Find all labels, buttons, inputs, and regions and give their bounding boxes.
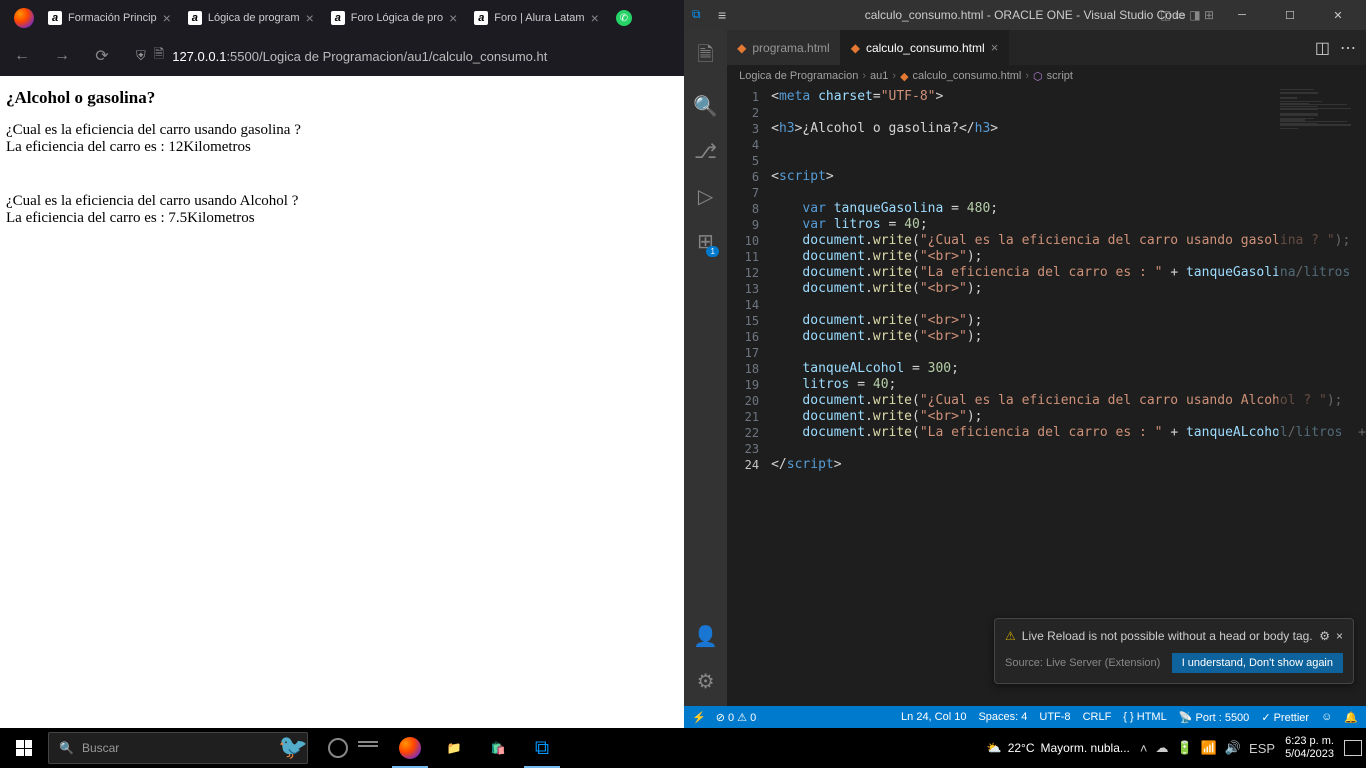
notification-action-button[interactable]: I understand, Don't show again bbox=[1172, 653, 1343, 673]
account-icon[interactable]: 👤 bbox=[693, 624, 718, 649]
symbol-icon: ⬡ bbox=[1033, 70, 1043, 83]
windows-taskbar: 🔍Buscar 📁 🛍️ ⧉ ⛅ 22°C Mayorm. nubla... ˄… bbox=[0, 728, 1366, 768]
window-title: calculo_consumo.html - ORACLE ONE - Visu… bbox=[865, 8, 1186, 22]
wifi-icon[interactable]: 📶 bbox=[1201, 740, 1217, 756]
page-text: La eficiencia del carro es : 7.5Kilometr… bbox=[6, 210, 678, 227]
editor-tabs: ◆programa.html ◆calculo_consumo.html× ◫ ⋯ bbox=[727, 30, 1366, 65]
maximize-button[interactable]: ☐ bbox=[1270, 0, 1310, 30]
eol[interactable]: CRLF bbox=[1083, 711, 1112, 723]
vscode-logo-icon: ⧉ bbox=[692, 7, 708, 23]
weather-widget[interactable]: ⛅ 22°C Mayorm. nubla... bbox=[987, 741, 1130, 755]
close-icon[interactable]: × bbox=[591, 10, 599, 26]
vscode-titlebar: ⧉ ≡ calculo_consumo.html - ORACLE ONE - … bbox=[684, 0, 1366, 30]
gear-icon[interactable]: ⚙ bbox=[1319, 629, 1330, 643]
firefox-window: aFormación Princip× aLógica de program× … bbox=[0, 0, 684, 728]
split-editor-icon[interactable]: ◫ bbox=[1315, 38, 1330, 58]
onedrive-icon[interactable]: ☁ bbox=[1155, 740, 1168, 756]
page-text: La eficiencia del carro es : 12Kilometro… bbox=[6, 139, 678, 156]
start-button[interactable] bbox=[0, 728, 48, 768]
vscode-window: ⧉ ≡ calculo_consumo.html - ORACLE ONE - … bbox=[684, 0, 1366, 728]
cursor-position[interactable]: Ln 24, Col 10 bbox=[901, 711, 966, 723]
page-icon: 🗎 bbox=[154, 45, 164, 67]
close-icon[interactable]: × bbox=[991, 40, 999, 55]
search-icon[interactable]: 🔍 bbox=[693, 94, 718, 119]
close-icon[interactable]: × bbox=[306, 10, 314, 26]
language-indicator[interactable]: ESP bbox=[1249, 741, 1275, 756]
language-mode[interactable]: { } HTML bbox=[1123, 711, 1166, 723]
store-taskbar-icon[interactable]: 🛍️ bbox=[476, 728, 520, 768]
status-bar: ⚡ ⊘ 0 ⚠ 0 Ln 24, Col 10 Spaces: 4 UTF-8 … bbox=[684, 706, 1366, 728]
browser-tab[interactable]: aFormación Princip× bbox=[40, 3, 179, 33]
extensions-icon[interactable]: ⊞1 bbox=[697, 229, 714, 254]
page-text: ¿Cual es la eficiencia del carro usando … bbox=[6, 122, 678, 139]
file-explorer-taskbar-icon[interactable]: 📁 bbox=[432, 728, 476, 768]
browser-tab[interactable]: aForo | Alura Latam× bbox=[466, 3, 606, 33]
close-icon[interactable]: × bbox=[449, 10, 457, 26]
reload-button[interactable]: ⟳ bbox=[88, 42, 116, 70]
task-view-icon[interactable] bbox=[358, 741, 378, 755]
explorer-icon[interactable]: 🗎 bbox=[698, 40, 714, 74]
settings-gear-icon[interactable]: ⚙ bbox=[697, 669, 715, 694]
minimap[interactable] bbox=[1278, 87, 1366, 706]
page-content: ¿Alcohol o gasolina? ¿Cual es la eficien… bbox=[0, 76, 684, 728]
remote-icon[interactable]: ⚡ bbox=[692, 711, 706, 724]
shield-icon: ⛨ bbox=[136, 48, 146, 64]
notification-source: Source: Live Server (Extension) bbox=[1005, 657, 1172, 669]
encoding[interactable]: UTF-8 bbox=[1039, 711, 1070, 723]
firefox-toolbar: ← → ⟳ ⛨ 🗎 127.0.0.1:5500/Logica de Progr… bbox=[0, 36, 684, 76]
more-icon[interactable]: ⋯ bbox=[1340, 38, 1356, 58]
weather-icon: ⛅ bbox=[987, 741, 1002, 755]
firefox-tab-bar: aFormación Princip× aLógica de program× … bbox=[0, 0, 684, 36]
code-content[interactable]: <meta charset="UTF-8"> <h3>¿Alcohol o ga… bbox=[771, 87, 1366, 706]
firefox-logo bbox=[8, 0, 40, 36]
battery-icon[interactable]: 🔋 bbox=[1176, 740, 1192, 756]
source-control-icon[interactable]: ⎇ bbox=[694, 139, 717, 164]
search-icon: 🔍 bbox=[59, 741, 74, 755]
run-debug-icon[interactable]: ▷ bbox=[698, 184, 713, 209]
breadcrumb[interactable]: Logica de Programacion› au1› ◆calculo_co… bbox=[727, 65, 1366, 87]
prettier-status[interactable]: ✓ Prettier bbox=[1261, 711, 1309, 724]
live-server-port[interactable]: 📡 Port : 5500 bbox=[1179, 711, 1250, 724]
volume-icon[interactable]: 🔊 bbox=[1225, 740, 1241, 756]
firefox-taskbar-icon[interactable] bbox=[388, 728, 432, 768]
address-bar[interactable]: ⛨ 🗎 127.0.0.1:5500/Logica de Programacio… bbox=[128, 40, 676, 72]
forward-button[interactable]: → bbox=[48, 42, 76, 70]
notification-toast: ⚠ Live Reload is not possible without a … bbox=[994, 618, 1354, 684]
feedback-icon[interactable]: ☺ bbox=[1321, 711, 1332, 723]
browser-tab[interactable]: aLógica de program× bbox=[180, 3, 322, 33]
indentation[interactable]: Spaces: 4 bbox=[978, 711, 1027, 723]
cortana-bird-icon bbox=[278, 733, 318, 763]
page-text: ¿Cual es la eficiencia del carro usando … bbox=[6, 193, 678, 210]
taskbar-search[interactable]: 🔍Buscar bbox=[48, 732, 308, 764]
back-button[interactable]: ← bbox=[8, 42, 36, 70]
cortana-icon[interactable] bbox=[328, 738, 348, 758]
editor-tab[interactable]: ◆programa.html bbox=[727, 30, 841, 65]
clock[interactable]: 6:23 p. m. 5/04/2023 bbox=[1285, 735, 1334, 761]
browser-tab[interactable]: aForo Lógica de pro× bbox=[323, 3, 466, 33]
editor-tab[interactable]: ◆calculo_consumo.html× bbox=[841, 30, 1010, 65]
close-icon[interactable]: × bbox=[163, 10, 171, 26]
notification-message: Live Reload is not possible without a he… bbox=[1022, 629, 1313, 643]
vscode-taskbar-icon[interactable]: ⧉ bbox=[520, 728, 564, 768]
activity-bar: 🗎 🔍 ⎇ ▷ ⊞1 👤 ⚙ bbox=[684, 30, 727, 706]
system-tray[interactable]: ˄ ☁ 🔋 📶 🔊 ESP bbox=[1140, 740, 1275, 756]
close-button[interactable]: ✕ bbox=[1318, 0, 1358, 30]
html-file-icon: ◆ bbox=[737, 41, 746, 55]
html-file-icon: ◆ bbox=[851, 41, 860, 55]
close-icon[interactable]: × bbox=[1336, 629, 1343, 643]
whatsapp-icon: ✆ bbox=[616, 10, 632, 26]
url-text: 127.0.0.1:5500/Logica de Programacion/au… bbox=[172, 49, 547, 64]
browser-tab[interactable]: ✆ bbox=[608, 3, 642, 33]
code-editor[interactable]: 123456789101112131415161718192021222324 … bbox=[727, 87, 1366, 706]
menu-icon[interactable]: ≡ bbox=[718, 7, 726, 23]
warning-icon: ⚠ bbox=[1005, 629, 1016, 643]
errors-count[interactable]: ⊘ 0 ⚠ 0 bbox=[716, 711, 757, 724]
page-heading: ¿Alcohol o gasolina? bbox=[6, 88, 678, 108]
html-file-icon: ◆ bbox=[900, 70, 908, 83]
action-center-icon[interactable] bbox=[1344, 740, 1362, 756]
notifications-icon[interactable]: 🔔 bbox=[1344, 711, 1358, 724]
line-numbers: 123456789101112131415161718192021222324 bbox=[727, 87, 771, 706]
minimize-button[interactable]: ─ bbox=[1222, 0, 1262, 30]
chevron-up-icon[interactable]: ˄ bbox=[1140, 741, 1148, 756]
